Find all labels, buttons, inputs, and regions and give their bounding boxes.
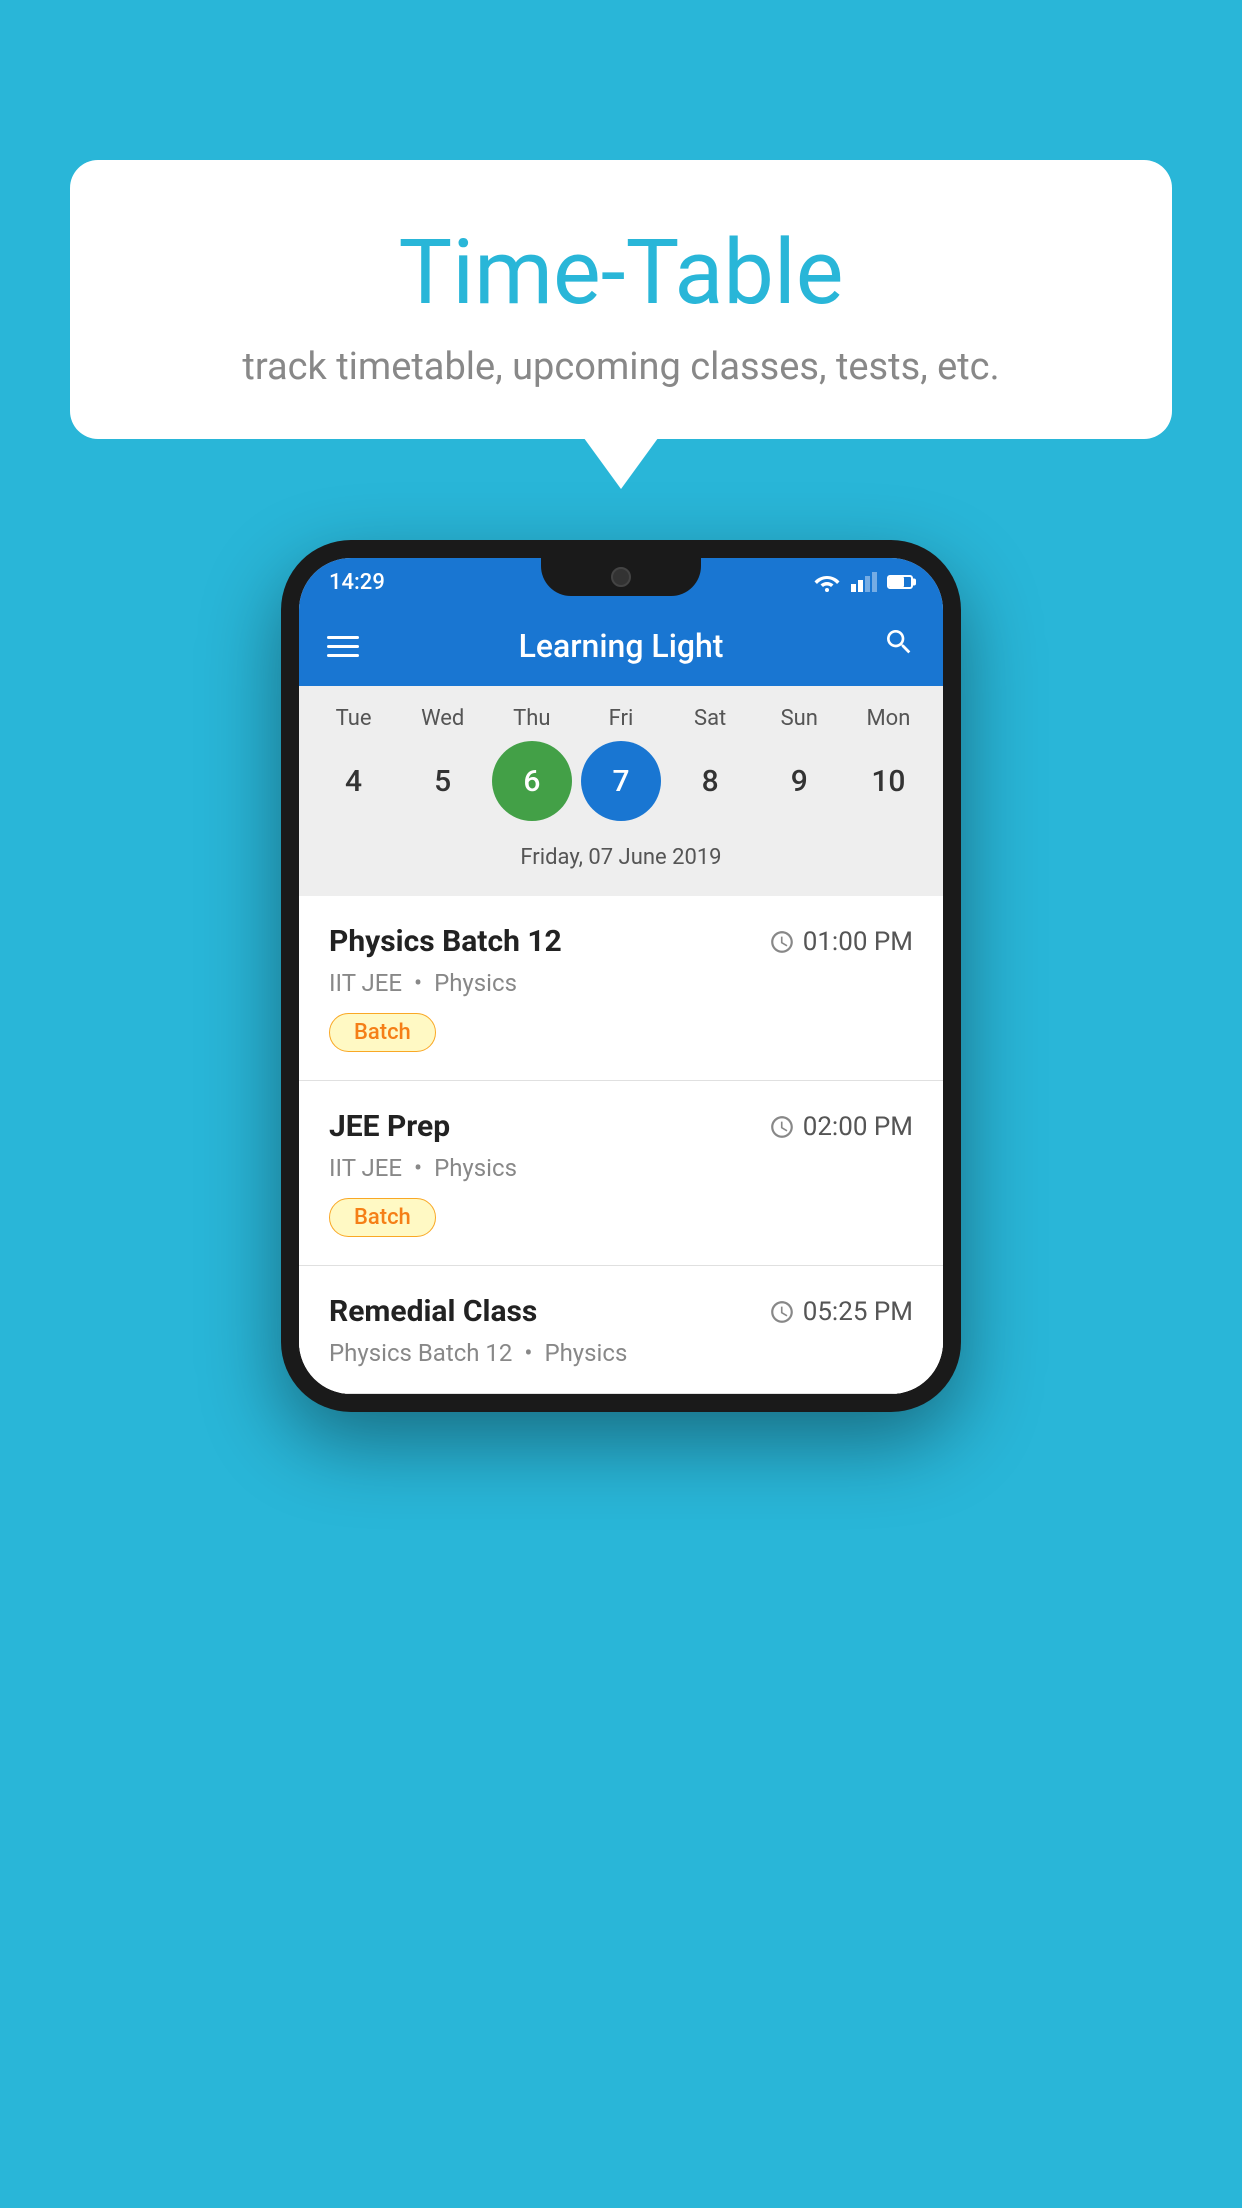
day-tue: Tue (314, 706, 394, 731)
event-2-time: 02:00 PM (769, 1112, 913, 1142)
phone-outer-shell: 14:29 (281, 540, 961, 1412)
bubble-title: Time-Table (110, 220, 1132, 325)
event-1-badge: Batch (329, 1013, 436, 1052)
status-icons (813, 572, 913, 592)
phone-mockup: 14:29 (281, 540, 961, 1412)
event-2-badge: Batch (329, 1198, 436, 1237)
bubble-subtitle: track timetable, upcoming classes, tests… (110, 345, 1132, 389)
speech-bubble-card: Time-Table track timetable, upcoming cla… (70, 160, 1172, 439)
day-mon: Mon (848, 706, 928, 731)
camera-cutout (611, 567, 631, 587)
date-5[interactable]: 5 (403, 741, 483, 821)
date-6-today[interactable]: 6 (492, 741, 572, 821)
event-1-title: Physics Batch 12 (329, 924, 562, 959)
events-list: Physics Batch 12 01:00 PM IIT JEE • Phys… (299, 896, 943, 1394)
date-7-selected[interactable]: 7 (581, 741, 661, 821)
date-10[interactable]: 10 (848, 741, 928, 821)
status-time: 14:29 (329, 570, 385, 595)
date-8[interactable]: 8 (670, 741, 750, 821)
event-1-time: 01:00 PM (769, 927, 913, 957)
event-1-subtitle: IIT JEE • Physics (329, 969, 913, 997)
phone-screen: 14:29 (299, 558, 943, 1394)
event-item-jee-prep[interactable]: JEE Prep 02:00 PM IIT JEE • Physics Batc… (299, 1081, 943, 1266)
battery-icon (887, 575, 913, 589)
day-fri: Fri (581, 706, 661, 731)
clock-icon-1 (769, 929, 795, 955)
event-item-physics-batch-12[interactable]: Physics Batch 12 01:00 PM IIT JEE • Phys… (299, 896, 943, 1081)
day-thu: Thu (492, 706, 572, 731)
event-3-subtitle: Physics Batch 12 • Physics (329, 1339, 913, 1367)
calendar-days-header: Tue Wed Thu Fri Sat Sun Mon (309, 706, 933, 731)
wifi-icon (813, 572, 841, 592)
selected-date-label: Friday, 07 June 2019 (309, 837, 933, 886)
event-2-header: JEE Prep 02:00 PM (329, 1109, 913, 1144)
event-item-remedial-class[interactable]: Remedial Class 05:25 PM Physics Batch 12… (299, 1266, 943, 1394)
app-bar-title: Learning Light (519, 627, 724, 665)
phone-notch (541, 558, 701, 596)
hamburger-menu-button[interactable] (327, 636, 359, 657)
clock-icon-2 (769, 1114, 795, 1140)
event-2-subtitle: IIT JEE • Physics (329, 1154, 913, 1182)
signal-icon (851, 572, 877, 592)
event-3-header: Remedial Class 05:25 PM (329, 1294, 913, 1329)
day-wed: Wed (403, 706, 483, 731)
event-3-time: 05:25 PM (769, 1297, 913, 1327)
date-9[interactable]: 9 (759, 741, 839, 821)
app-bar: Learning Light (299, 606, 943, 686)
event-3-title: Remedial Class (329, 1294, 537, 1329)
clock-icon-3 (769, 1299, 795, 1325)
day-sun: Sun (759, 706, 839, 731)
search-icon[interactable] (883, 626, 915, 666)
day-sat: Sat (670, 706, 750, 731)
event-2-title: JEE Prep (329, 1109, 450, 1144)
calendar-dates: 4 5 6 7 8 9 10 (309, 741, 933, 821)
event-1-header: Physics Batch 12 01:00 PM (329, 924, 913, 959)
date-4[interactable]: 4 (314, 741, 394, 821)
calendar-section: Tue Wed Thu Fri Sat Sun Mon 4 5 6 7 8 9 … (299, 686, 943, 896)
